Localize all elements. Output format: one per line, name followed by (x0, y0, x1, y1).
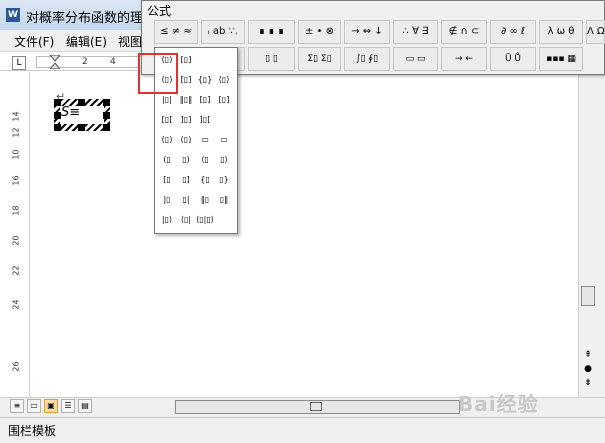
resize-handle[interactable] (103, 112, 110, 119)
vruler-number: 12 (11, 127, 21, 138)
fence-template-item[interactable]: {▯} (196, 72, 214, 88)
menu-file[interactable]: 文件(F) (14, 33, 54, 50)
print-layout-icon[interactable]: ▣ (44, 399, 58, 413)
matrix-button[interactable]: ▪▪▪ ▦ (539, 47, 583, 71)
misc-symbols-button[interactable]: ∂ ∞ ℓ (490, 20, 536, 44)
watermark: Bai经验 (458, 392, 539, 416)
fence-template-item[interactable]: ▯‖ (215, 192, 233, 208)
fence-template-item[interactable]: ▯} (215, 172, 233, 188)
vruler-number: 22 (11, 265, 21, 276)
operators-button[interactable]: ± • ⊗ (298, 20, 341, 44)
set-theory-button[interactable]: ∉ ∩ ⊂ (441, 20, 487, 44)
products-button[interactable]: Ū Ů (490, 47, 536, 71)
fence-template-item[interactable]: |▯| (158, 92, 176, 108)
highlight-box (138, 53, 178, 94)
fence-template-item[interactable]: [▯ (158, 172, 176, 188)
fence-template-item[interactable]: ▯] (177, 172, 195, 188)
fence-template-item[interactable]: [▯] (196, 92, 214, 108)
fence-template-item[interactable]: ‖▯ (196, 192, 214, 208)
fence-template-item[interactable]: ⟨▯|▯⟩ (196, 212, 214, 228)
fence-template-item[interactable]: ]▯[ (196, 112, 214, 128)
embellishments-button[interactable]: ∎ ∎ ∎ (248, 20, 295, 44)
vruler-number: 24 (11, 299, 21, 310)
ruler-number: 4 (110, 57, 116, 67)
fence-template-item[interactable]: (▯ (158, 152, 176, 168)
status-bar (0, 417, 605, 443)
fence-template-item[interactable]: [▯[ (158, 112, 176, 128)
equation-toolbar-title: 公式 (147, 4, 172, 18)
resize-handle[interactable] (54, 124, 61, 131)
fence-template-item[interactable]: (▯) (177, 132, 195, 148)
greek-upper-button[interactable]: Λ Ω ⊕ (586, 20, 605, 44)
document-area[interactable] (30, 72, 578, 397)
vruler-number: 16 (11, 175, 21, 186)
fence-template-item[interactable]: ▭ (215, 132, 233, 148)
logic-button[interactable]: ∴ ∀ ∃ (393, 20, 438, 44)
window-title: 对概率分布函数的理 (26, 11, 144, 26)
vruler-number: 26 (11, 361, 21, 372)
spaces-ellipses-button[interactable]: ᵢ ab ∵. (201, 20, 245, 44)
resize-handle[interactable] (78, 124, 85, 131)
reading-view-icon[interactable]: ▤ (78, 399, 92, 413)
greek-lower-button[interactable]: λ ω θ (539, 20, 583, 44)
ruler-number: 2 (82, 57, 88, 67)
vruler-number: 10 (11, 149, 21, 160)
fence-template-item[interactable]: {▯ (196, 172, 214, 188)
vruler-number: 18 (11, 205, 21, 216)
next-page-icon[interactable]: ⇟ (582, 377, 594, 389)
fence-template-item[interactable]: ⟨▯| (177, 212, 195, 228)
summation-button[interactable]: Σ▯ Σ▯ (298, 47, 341, 71)
fence-template-item[interactable]: (▯) (158, 132, 176, 148)
fence-template-item[interactable]: ▭ (196, 132, 214, 148)
resize-handle[interactable] (78, 99, 85, 106)
menu-edit[interactable]: 编辑(E) (66, 33, 107, 50)
fence-template-item[interactable]: ‖▯‖ (177, 92, 195, 108)
equation-object-content: S≡ (61, 105, 81, 120)
fence-template-item[interactable]: [▯] (177, 52, 195, 68)
select-browse-object-icon[interactable]: ● (582, 363, 594, 375)
resize-handle[interactable] (54, 99, 61, 106)
resize-handle[interactable] (103, 124, 110, 131)
fence-template-item[interactable]: [▯] (215, 92, 233, 108)
vruler-number: 14 (11, 111, 21, 122)
resize-handle[interactable] (54, 112, 61, 119)
fence-template-item[interactable]: |▯⟩ (158, 212, 176, 228)
menu-view[interactable]: 视图 (118, 33, 142, 50)
subscript-superscript-button[interactable]: ▯ ▯ (248, 47, 295, 71)
web-layout-icon[interactable]: ▭ (27, 399, 41, 413)
underbar-overbar-button[interactable]: ▭ ▭ (393, 47, 438, 71)
fence-template-item[interactable]: [▯] (177, 72, 195, 88)
vruler-number: 20 (11, 235, 21, 246)
resize-handle[interactable] (103, 99, 110, 106)
scroll-grip-icon (310, 402, 322, 411)
integral-button[interactable]: ∫▯ ∮▯ (344, 47, 390, 71)
fence-template-item[interactable]: ▯⟩ (215, 152, 233, 168)
previous-page-icon[interactable]: ⇞ (582, 349, 594, 361)
tab-selector[interactable]: L (12, 56, 26, 70)
vertical-scroll-thumb[interactable] (581, 286, 595, 306)
labeled-arrow-button[interactable]: → ← (441, 47, 487, 71)
fence-template-item[interactable]: ▯) (177, 152, 195, 168)
word-icon[interactable]: W (6, 8, 20, 22)
relations-button[interactable]: ≤ ≠ ≈ (154, 20, 198, 44)
fence-template-item[interactable]: |▯ (158, 192, 176, 208)
fence-template-item[interactable]: ]▯] (177, 112, 195, 128)
fence-template-item[interactable]: ⟨▯⟩ (215, 72, 233, 88)
outline-view-icon[interactable]: ☰ (61, 399, 75, 413)
fence-template-item[interactable]: ▯| (177, 192, 195, 208)
normal-view-icon[interactable]: ≡ (10, 399, 24, 413)
status-text: 围栏模板 (8, 424, 57, 438)
fence-template-item[interactable]: ⟨▯ (196, 152, 214, 168)
indent-marker-icon[interactable] (50, 55, 60, 69)
arrows-button[interactable]: → ⇔ ↓ (344, 20, 390, 44)
